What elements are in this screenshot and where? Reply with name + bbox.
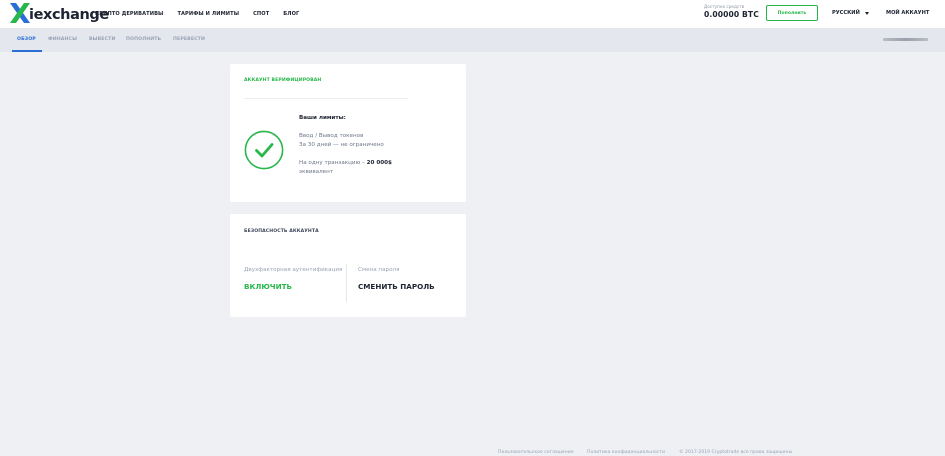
footer: Пользовательское соглашение Политика кон… [0,446,945,456]
chevron-down-icon [864,11,869,15]
limits-line-30days: За 30 дней — не ограничено [299,142,384,148]
nav-tariffs-limits[interactable]: ТАРИФЫ И ЛИМИТЫ [177,11,239,17]
tab-overview[interactable]: ОБЗОР [17,28,36,52]
tab-transfer[interactable]: ПЕРЕВЕСТИ [173,28,205,52]
per-transaction-amount: 20 000$ [366,160,392,166]
logo[interactable]: iexchange [10,2,109,24]
limits-line-tokens: Ввод / Вывод токенов [299,133,364,139]
tab-deposit[interactable]: ПОПОЛНИТЬ [126,28,161,52]
nav-blog[interactable]: БЛОГ [283,11,299,17]
footer-terms-link[interactable]: Пользовательское соглашение [498,450,574,455]
top-nav: КРИПТО ДЕРИВАТИВЫ ТАРИФЫ И ЛИМИТЫ СПОТ Б… [95,0,313,28]
language-selector[interactable]: РУССКИЙ [832,10,869,16]
check-circle-icon [244,130,284,170]
verification-title: АККАУНТ ВЕРИФИЦИРОВАН [244,78,322,83]
twofa-label: Двухфакторная аутентификация [244,267,343,273]
x-logo-icon [10,3,30,23]
per-transaction-prefix: На одну транзакцию – [299,160,367,166]
balance-value: 0.00000 BTC [704,10,759,19]
tab-withdraw[interactable]: ВЫВЕСТИ [89,28,115,52]
my-account-link[interactable]: МОЙ АККАУНТ [886,10,929,16]
security-separator [346,264,347,302]
verification-card: АККАУНТ ВЕРИФИЦИРОВАН Ваши лимиты: Ввод … [230,64,466,202]
footer-copyright: © 2017-2019 Cryptotrade все права защище… [679,450,793,455]
balance-widget: Доступно средств 0.00000 BTC [704,4,764,19]
deposit-button[interactable]: Пополнить [766,5,818,21]
active-tab-indicator [12,50,42,52]
language-label: РУССКИЙ [832,10,860,16]
balance-label: Доступно средств [704,4,745,9]
tab-finances[interactable]: ФИНАНСЫ [48,28,77,52]
footer-privacy-link[interactable]: Политика конфиденциальности [587,450,665,455]
limits-title: Ваши лимиты: [299,115,346,121]
limits-line-equivalent: эквивалент [299,169,334,175]
user-identifier-redacted [883,38,928,41]
card-divider [244,98,408,99]
nav-spot[interactable]: СПОТ [253,11,269,17]
top-bar: iexchange КРИПТО ДЕРИВАТИВЫ ТАРИФЫ И ЛИМ… [0,0,945,28]
password-change-label: Смена пароля [358,267,400,273]
security-card: БЕЗОПАСНОСТЬ АККАУНТА Двухфакторная ауте… [230,214,466,317]
change-password-button[interactable]: СМЕНИТЬ ПАРОЛЬ [358,282,435,291]
nav-crypto-derivatives[interactable]: КРИПТО ДЕРИВАТИВЫ [95,11,163,17]
sub-nav: ОБЗОР ФИНАНСЫ ВЫВЕСТИ ПОПОЛНИТЬ ПЕРЕВЕСТ… [0,28,945,52]
security-title: БЕЗОПАСНОСТЬ АККАУНТА [244,229,319,234]
enable-twofa-button[interactable]: ВКЛЮЧИТЬ [244,282,292,291]
limits-line-per-transaction: На одну транзакцию – 20 000$ [299,160,392,166]
